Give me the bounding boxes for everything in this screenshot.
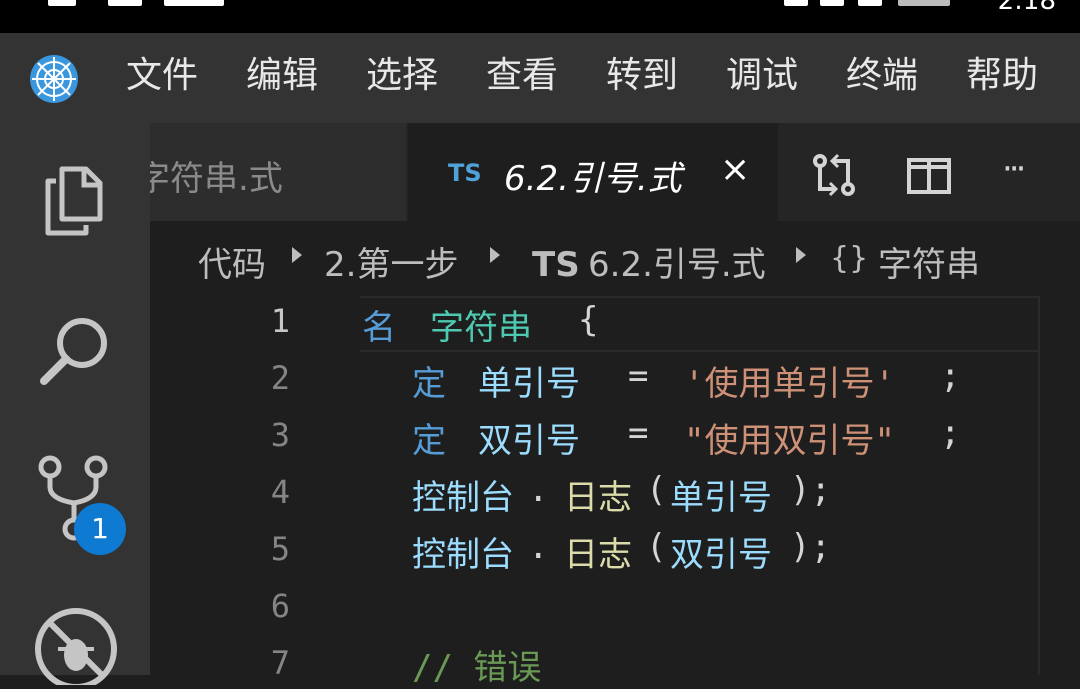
code-punctuation: ( (646, 470, 667, 510)
more-actions-icon[interactable]: ··· (1002, 149, 1027, 189)
menu-edit[interactable]: 编辑 (246, 33, 318, 123)
code-string: "使用双引号" (684, 421, 895, 461)
code-punctuation: ; (940, 356, 961, 396)
code-function: 日志 (564, 535, 632, 575)
code-variable: 单引号 (478, 364, 580, 404)
code-punctuation: ); (790, 470, 831, 510)
notification-icon (48, 0, 76, 6)
code-keyword: 定 (412, 364, 446, 404)
code-keyword: 名 (362, 308, 396, 348)
debug-icon[interactable] (32, 605, 120, 685)
code-string: '使用单引号' (684, 364, 895, 404)
battery-icon (898, 0, 950, 6)
alarm-icon (784, 0, 808, 6)
line-number: 5 (270, 530, 290, 568)
menu-terminal[interactable]: 终端 (846, 33, 918, 123)
wifi-icon (164, 0, 224, 6)
breadcrumb-item[interactable]: 字符串 (878, 237, 980, 286)
breadcrumb-item[interactable]: 2.第一步 (324, 237, 458, 286)
code-variable: 双引号 (670, 535, 772, 575)
tab-label: 字符串.式 (150, 159, 283, 199)
code-editor[interactable]: 1 2 3 4 5 6 7 名 字符串 { 定 单引号 = '使用单引号' ; … (150, 296, 1080, 688)
menu-help[interactable]: 帮助 (966, 33, 1038, 123)
code-punctuation: . (528, 470, 549, 510)
line-number: 3 (270, 416, 290, 454)
open-changes-icon[interactable] (810, 153, 858, 197)
menu-file[interactable]: 文件 (126, 33, 198, 123)
code-punctuation: . (528, 527, 549, 567)
line-number: 6 (270, 587, 290, 625)
code-punctuation: ( (646, 527, 667, 567)
status-bar: 2:18 (0, 0, 1080, 33)
code-punctuation: ); (790, 527, 831, 567)
chevron-right-icon (490, 247, 500, 263)
namespace-icon: {} (830, 241, 869, 276)
app-logo-icon[interactable] (28, 53, 80, 105)
menu-go[interactable]: 转到 (606, 33, 678, 123)
code-function: 日志 (564, 478, 632, 518)
code-comment: // 错误 (412, 648, 542, 688)
menu-debug[interactable]: 调试 (726, 33, 798, 123)
code-variable: 单引号 (670, 478, 772, 518)
minimap-divider (1038, 296, 1040, 675)
search-icon[interactable] (36, 311, 116, 391)
typescript-icon: TS (448, 159, 482, 187)
code-punctuation: ; (940, 413, 961, 453)
code-keyword: 定 (412, 421, 446, 461)
code-identifier: 字符串 (430, 308, 532, 348)
bluetooth-icon (858, 0, 882, 6)
explorer-icon[interactable] (40, 163, 106, 237)
line-number: 1 (270, 302, 290, 340)
tab-inactive[interactable]: 字符串.式 (150, 123, 406, 221)
breadcrumb: 代码 2.第一步 TS 6.2.引号.式 {} 字符串 (150, 221, 1080, 296)
code-variable: 控制台 (412, 535, 514, 575)
code-punctuation: { (578, 300, 599, 340)
chevron-right-icon (292, 247, 302, 263)
menu-bar: 文件 编辑 选择 查看 转到 调试 终端 帮助 (0, 33, 1080, 123)
breadcrumb-item[interactable]: 6.2.引号.式 (588, 237, 766, 286)
close-icon[interactable]: × (720, 149, 750, 190)
menu-view[interactable]: 查看 (486, 33, 558, 123)
code-variable: 双引号 (478, 421, 580, 461)
clock: 2:18 (997, 0, 1056, 16)
split-editor-icon[interactable] (906, 157, 952, 195)
breadcrumb-item[interactable]: 代码 (198, 237, 266, 286)
tab-bar: 字符串.式 TS 6.2.引号.式 × ··· (150, 123, 1080, 221)
code-operator: = (628, 413, 649, 453)
menu-selection[interactable]: 选择 (366, 33, 438, 123)
activity-bar: 1 (0, 123, 150, 685)
line-number: 7 (270, 644, 290, 682)
silent-icon (820, 0, 844, 6)
code-operator: = (628, 356, 649, 396)
signal-icon (108, 0, 142, 6)
line-number: 4 (270, 473, 290, 511)
tab-label: 6.2.引号.式 (504, 159, 682, 199)
line-number: 2 (270, 359, 290, 397)
tab-active[interactable]: TS 6.2.引号.式 × (408, 123, 778, 221)
scm-badge: 1 (74, 503, 126, 555)
chevron-right-icon (796, 247, 806, 263)
typescript-icon: TS (532, 245, 580, 285)
code-variable: 控制台 (412, 478, 514, 518)
